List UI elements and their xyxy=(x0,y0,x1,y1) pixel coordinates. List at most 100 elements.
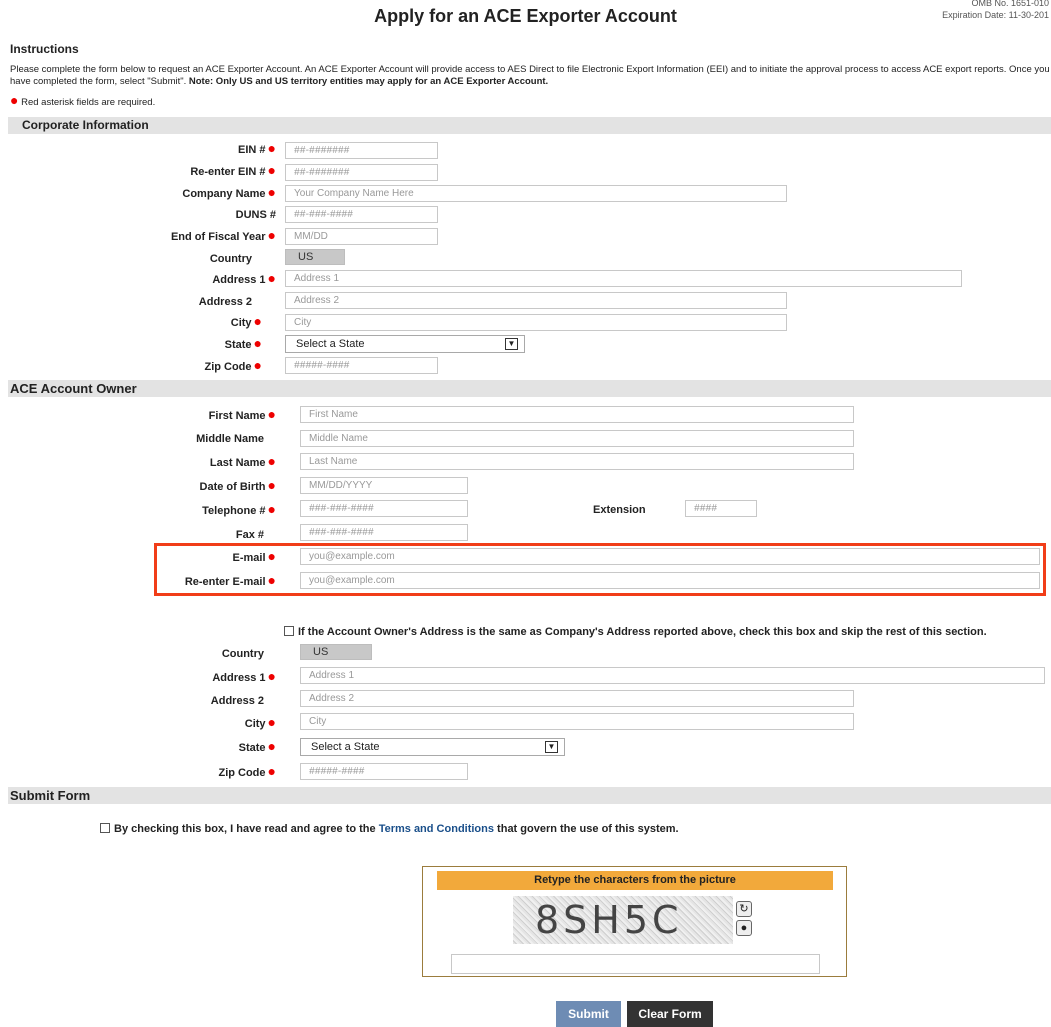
owner-country-value: US xyxy=(300,644,372,660)
page-title: Apply for an ACE Exporter Account xyxy=(374,6,677,26)
red-dot-icon: ● xyxy=(267,270,276,286)
refresh-icon[interactable]: ↻ xyxy=(736,901,752,917)
zip-input[interactable]: #####-#### xyxy=(285,357,438,374)
instructions-text: Please complete the form below to reques… xyxy=(10,64,1050,88)
first-name-label: First Name ● xyxy=(106,407,276,422)
instructions-note: Note: Only US and US territory entities … xyxy=(188,76,549,87)
first-name-label-text: First Name xyxy=(208,410,266,422)
red-dot-icon: ● xyxy=(267,453,276,469)
chevron-down-icon: ▼ xyxy=(505,338,518,350)
red-dot-icon: ● xyxy=(267,406,276,422)
captcha-input[interactable] xyxy=(451,954,820,974)
terms-prefix: By checking this box, I have read and ag… xyxy=(114,823,379,835)
telephone-label-text: Telephone # xyxy=(202,505,266,517)
owner-address2-input[interactable]: Address 2 xyxy=(300,690,854,707)
owner-state-select-value: Select a State xyxy=(311,741,380,753)
last-name-input[interactable]: Last Name xyxy=(300,453,854,470)
red-dot-icon: ● xyxy=(267,501,276,517)
red-dot-icon: ● xyxy=(253,335,262,351)
audio-icon[interactable]: ● xyxy=(736,920,752,936)
reenter-ein-input[interactable]: ##-####### xyxy=(285,164,438,181)
owner-country-label: Country xyxy=(221,648,264,660)
extension-label: Extension xyxy=(593,504,646,516)
owner-address1-input[interactable]: Address 1 xyxy=(300,667,1045,684)
fax-label: Fax # xyxy=(235,529,264,541)
zip-label-text: Zip Code xyxy=(204,361,252,373)
company-name-label-text: Company Name xyxy=(182,188,266,200)
owner-address1-label: Address 1 ● xyxy=(106,669,276,684)
red-dot-icon: ● xyxy=(267,162,276,178)
owner-state-label: State ● xyxy=(106,739,276,754)
captcha-image: 8SH5C xyxy=(513,896,733,944)
country-value: US xyxy=(285,249,345,265)
address2-input[interactable]: Address 2 xyxy=(285,292,787,309)
section-ace-account-owner: ACE Account Owner xyxy=(8,380,1051,397)
extension-input[interactable]: #### xyxy=(685,500,757,517)
owner-zip-label-text: Zip Code xyxy=(218,767,266,779)
telephone-label: Telephone # ● xyxy=(106,502,276,517)
reenter-ein-label: Re-enter EIN # ● xyxy=(106,163,276,178)
address1-label: Address 1 ● xyxy=(106,271,276,286)
ein-label-text: EIN # xyxy=(238,144,266,156)
clear-form-button[interactable]: Clear Form xyxy=(627,1001,713,1027)
owner-zip-input[interactable]: #####-#### xyxy=(300,763,468,780)
ein-label: EIN # ● xyxy=(106,141,276,156)
duns-input[interactable]: ##-###-#### xyxy=(285,206,438,223)
dob-label: Date of Birth ● xyxy=(106,478,276,493)
red-dot-icon: ● xyxy=(267,140,276,156)
instructions-heading: Instructions xyxy=(10,42,79,56)
dob-label-text: Date of Birth xyxy=(199,481,266,493)
red-dot-icon: ● xyxy=(267,477,276,493)
terms-suffix: that govern the use of this system. xyxy=(494,823,679,835)
terms-checkbox[interactable] xyxy=(100,823,110,833)
state-label-text: State xyxy=(224,339,252,351)
red-dot-icon: ● xyxy=(267,668,276,684)
telephone-input[interactable]: ###-###-#### xyxy=(300,500,468,517)
same-address-text: If the Account Owner's Address is the sa… xyxy=(298,626,987,638)
middle-name-input[interactable]: Middle Name xyxy=(300,430,854,447)
zip-label: Zip Code ● xyxy=(92,358,262,373)
address1-input[interactable]: Address 1 xyxy=(285,270,962,287)
terms-row: By checking this box, I have read and ag… xyxy=(100,823,679,835)
red-dot-icon: ● xyxy=(267,184,276,200)
terms-link[interactable]: Terms and Conditions xyxy=(379,823,494,835)
section-submit-form: Submit Form xyxy=(8,787,1051,804)
city-label: City ● xyxy=(92,314,262,329)
required-note-text: Red asterisk fields are required. xyxy=(21,97,156,108)
owner-city-label-text: City xyxy=(244,718,266,730)
fiscal-year-label-text: End of Fiscal Year xyxy=(170,231,266,243)
last-name-label-text: Last Name xyxy=(209,457,266,469)
red-dot-icon: ● xyxy=(267,738,276,754)
omb-info: OMB No. 1651-010 Expiration Date: 11-30-… xyxy=(942,0,1049,21)
company-name-input[interactable]: Your Company Name Here xyxy=(285,185,787,202)
first-name-input[interactable]: First Name xyxy=(300,406,854,423)
submit-button[interactable]: Submit xyxy=(556,1001,621,1027)
red-dot-icon: ● xyxy=(253,357,262,373)
state-label: State ● xyxy=(92,336,262,351)
address1-label-text: Address 1 xyxy=(212,274,266,286)
owner-city-input[interactable]: City xyxy=(300,713,854,730)
red-dot-icon: ● xyxy=(267,227,276,243)
same-address-checkbox[interactable] xyxy=(284,626,294,636)
section-corporate-information: Corporate Information xyxy=(8,117,1051,134)
omb-number: OMB No. 1651-010 xyxy=(971,0,1049,8)
captcha-title: Retype the characters from the picture xyxy=(437,871,833,890)
state-select[interactable]: Select a State ▼ xyxy=(285,335,525,353)
required-note: ● Red asterisk fields are required. xyxy=(10,93,156,108)
fax-input[interactable]: ###-###-#### xyxy=(300,524,468,541)
captcha-panel: Retype the characters from the picture 8… xyxy=(422,866,847,977)
city-label-text: City xyxy=(230,317,252,329)
middle-name-label: Middle Name xyxy=(196,433,264,445)
last-name-label: Last Name ● xyxy=(106,454,276,469)
city-input[interactable]: City xyxy=(285,314,787,331)
chevron-down-icon: ▼ xyxy=(545,741,558,753)
ein-input[interactable]: ##-####### xyxy=(285,142,438,159)
owner-state-label-text: State xyxy=(238,742,266,754)
duns-label-text: DUNS # xyxy=(235,209,276,221)
country-label: Country xyxy=(209,253,252,265)
fiscal-year-input[interactable]: MM/DD xyxy=(285,228,438,245)
owner-state-select[interactable]: Select a State ▼ xyxy=(300,738,565,756)
red-dot-icon: ● xyxy=(267,763,276,779)
red-dot-icon: ● xyxy=(253,313,262,329)
dob-input[interactable]: MM/DD/YYYY xyxy=(300,477,468,494)
